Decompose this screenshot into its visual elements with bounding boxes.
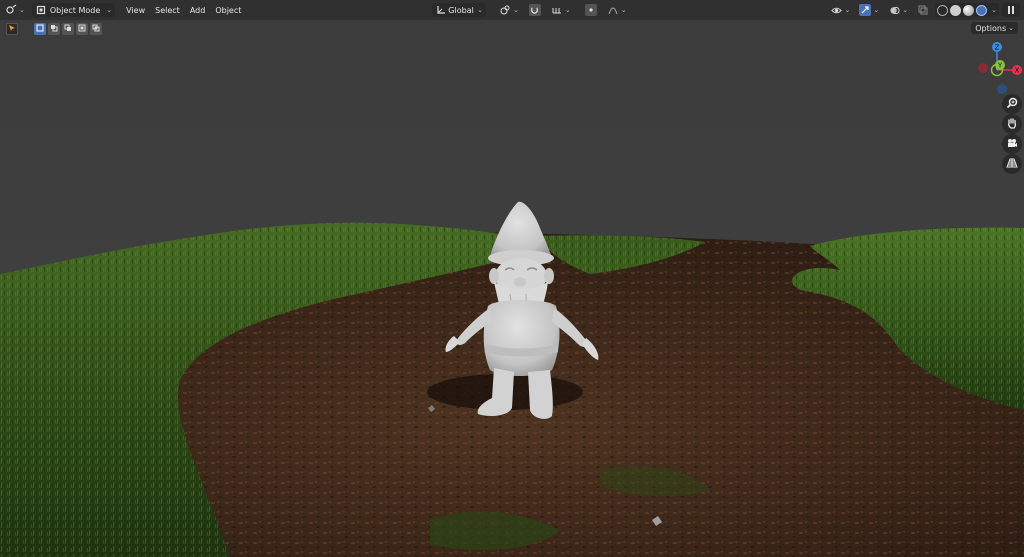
chevron-down-icon: ⌄ — [873, 6, 880, 14]
chevron-down-icon: ⌄ — [902, 6, 909, 14]
orientation-axes-icon — [435, 4, 447, 16]
select-invert-button[interactable] — [76, 23, 88, 35]
select-extend-icon — [50, 24, 58, 34]
pause-icon — [1005, 4, 1017, 16]
transform-orientation-selector[interactable]: Global ⌄ — [432, 3, 486, 17]
zoom-button[interactable] — [1002, 94, 1022, 114]
chevron-down-icon: ⌄ — [477, 6, 483, 14]
options-dropdown[interactable]: Options ⌄ — [971, 22, 1018, 34]
xray-toggle[interactable] — [914, 3, 932, 17]
rendered-shading-icon[interactable] — [976, 4, 988, 16]
menu-add[interactable]: Add — [185, 3, 211, 17]
chevron-down-icon: ⌄ — [513, 6, 519, 14]
chevron-down-icon: ⌄ — [19, 6, 25, 14]
viewport-header: ⌄ Object Mode ⌄ View Select Add Object G… — [0, 0, 1024, 20]
select-subtract-button[interactable] — [62, 23, 74, 35]
falloff-curve-icon — [607, 4, 619, 16]
gizmo-neg-x-ball[interactable] — [978, 63, 988, 73]
pivot-icon — [499, 4, 511, 16]
snap-target-selector[interactable]: ⌄ — [548, 3, 574, 17]
xray-icon — [917, 4, 929, 16]
select-intersect-icon — [92, 24, 100, 34]
chevron-down-icon: ⌄ — [1008, 24, 1014, 32]
overlays-icon — [888, 4, 900, 16]
snap-toggle[interactable] — [526, 3, 544, 17]
select-subtract-icon — [64, 24, 72, 34]
mode-selector[interactable]: Object Mode ⌄ — [31, 3, 116, 17]
chevron-down-icon: ⌄ — [106, 6, 113, 14]
gizmo-z-label: Z — [995, 44, 1000, 52]
magnet-icon — [528, 4, 541, 16]
pivot-point-selector[interactable]: ⌄ — [496, 3, 522, 17]
scene-render[interactable] — [0, 0, 1024, 557]
tool-settings-row — [6, 22, 102, 36]
object-mode-icon — [35, 4, 47, 16]
wireframe-shading-icon[interactable] — [937, 4, 949, 16]
editor-type-selector[interactable]: ⌄ — [2, 3, 28, 17]
gizmo-toggle[interactable]: ⌄ — [856, 3, 882, 17]
mode-label: Object Mode — [49, 5, 101, 15]
camera-view-button[interactable] — [1002, 134, 1022, 154]
sidebar-toggle[interactable] — [1002, 3, 1020, 17]
chevron-down-icon: ⌄ — [564, 6, 571, 14]
solid-shading-icon[interactable] — [950, 4, 962, 16]
3d-viewport[interactable]: ⌄ Object Mode ⌄ View Select Add Object G… — [0, 0, 1024, 557]
proportional-edit-toggle[interactable] — [582, 3, 600, 17]
navigation-gizmo[interactable]: Z X Y — [964, 40, 1024, 100]
menu-select[interactable]: Select — [150, 3, 185, 17]
proportional-falloff-selector[interactable]: ⌄ — [604, 3, 630, 17]
zoom-magnifier-icon — [1006, 97, 1018, 111]
viewport-editor-icon — [5, 4, 17, 16]
gizmo-y-label: Y — [997, 62, 1003, 70]
eye-icon — [831, 4, 843, 16]
overlays-toggle[interactable]: ⌄ — [885, 3, 911, 17]
hand-icon — [1006, 117, 1018, 131]
chevron-down-icon: ⌄ — [620, 6, 627, 14]
select-new-button[interactable] — [34, 23, 46, 35]
select-extend-button[interactable] — [48, 23, 60, 35]
chevron-down-icon: ⌄ — [991, 6, 997, 14]
perspective-toggle-button[interactable] — [1002, 154, 1022, 174]
snap-increment-icon — [551, 4, 563, 16]
proportional-edit-icon — [584, 4, 597, 16]
grid-perspective-icon — [1006, 157, 1018, 171]
gizmo-neg-z-ball[interactable] — [997, 84, 1007, 94]
orientation-label: Global — [448, 5, 474, 15]
active-tool-button[interactable] — [6, 23, 18, 35]
menu-object[interactable]: Object — [210, 3, 246, 17]
camera-icon — [1006, 137, 1018, 151]
pan-button[interactable] — [1002, 114, 1022, 134]
cursor-arrow-icon — [8, 24, 16, 34]
gizmo-icon — [859, 4, 872, 16]
chevron-down-icon: ⌄ — [844, 6, 851, 14]
material-preview-icon[interactable] — [963, 4, 975, 16]
gizmo-x-label: X — [1015, 67, 1020, 75]
select-invert-icon — [78, 24, 86, 34]
select-new-icon — [36, 24, 44, 34]
options-label: Options — [975, 23, 1007, 33]
shading-mode-group: ⌄ — [935, 3, 999, 17]
menu-view[interactable]: View — [121, 3, 150, 17]
select-intersect-button[interactable] — [90, 23, 102, 35]
visibility-selector[interactable]: ⌄ — [828, 3, 854, 17]
